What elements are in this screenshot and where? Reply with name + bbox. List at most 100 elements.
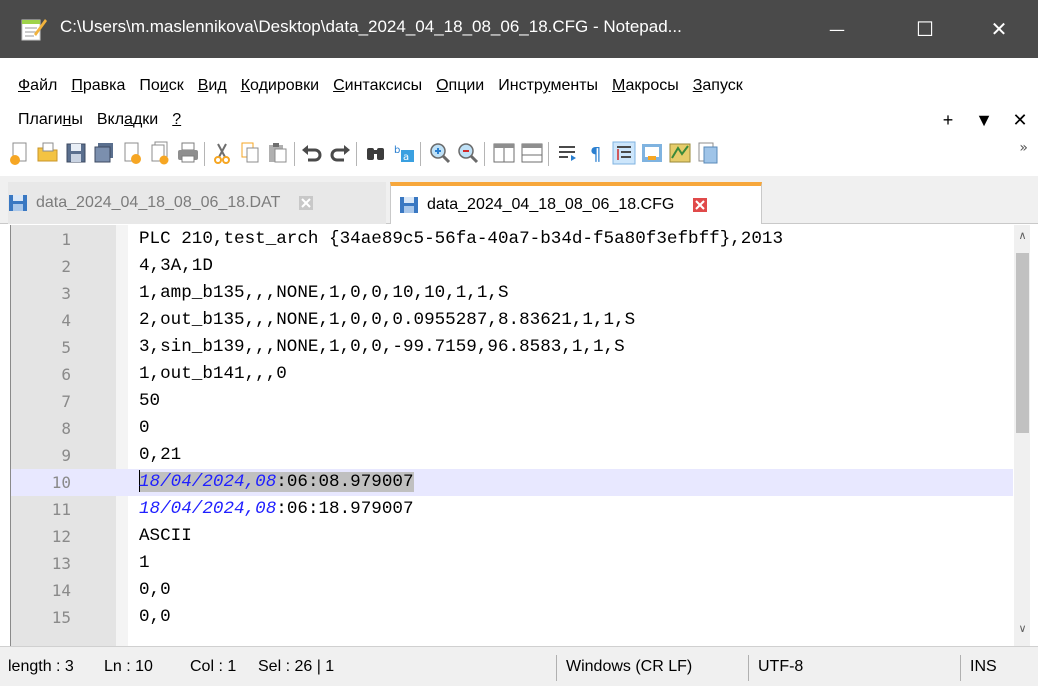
status-divider <box>960 655 961 681</box>
menu-run[interactable]: Запуск <box>686 77 750 95</box>
menu-tools[interactable]: Инструменты <box>491 77 605 95</box>
sync-horizontal-icon[interactable] <box>520 140 544 166</box>
line-text: ASCII <box>139 526 192 546</box>
menu-edit[interactable]: Правка <box>64 77 132 95</box>
scroll-up-icon[interactable]: ∧ <box>1014 229 1030 247</box>
word-wrap-icon[interactable] <box>556 140 580 166</box>
menu-settings[interactable]: Опции <box>429 77 491 95</box>
tab-bar: data_2024_04_18_08_06_18.DAT data_2024_0… <box>0 176 1038 224</box>
status-bar: length : 3 Ln : 10 Col : 1 Sel : 26 | 1 … <box>0 646 1038 686</box>
sync-vertical-icon[interactable] <box>492 140 516 166</box>
undo-icon[interactable] <box>300 140 324 166</box>
code-line[interactable]: 6 1,out_b141,,,0 <box>11 361 1013 388</box>
tab-list-dropdown-icon[interactable]: ▼ <box>966 110 1002 131</box>
user-lang-icon[interactable] <box>640 140 664 166</box>
code-line[interactable]: 5 3,sin_b139,,,NONE,1,0,0,-99.7159,96.858… <box>11 334 1013 361</box>
line-text: PLC 210,test_arch {34ae89c5-56fa-40a7-b3… <box>139 229 784 249</box>
new-tab-plus-icon[interactable]: + <box>930 110 966 131</box>
code-line[interactable]: 3 1,amp_b135,,,NONE,1,0,0,10,10,1,1,S <box>11 280 1013 307</box>
close-icon: ✕ <box>990 17 1008 41</box>
line-text: 50 <box>139 391 161 411</box>
time-token: :06:08.979007 <box>276 472 414 492</box>
code-line[interactable]: 1 PLC 210,test_arch {34ae89c5-56fa-40a7-b… <box>11 226 1013 253</box>
vertical-scrollbar[interactable]: ∧ ∨ <box>1014 225 1030 646</box>
paste-icon[interactable] <box>266 140 290 166</box>
code-line[interactable]: 80 <box>11 415 1013 442</box>
save-icon[interactable] <box>64 140 88 166</box>
code-line[interactable]: 14 0,0 <box>11 577 1013 604</box>
scrollbar-thumb[interactable] <box>1016 253 1029 433</box>
line-text: 0 <box>139 418 150 438</box>
save-all-icon[interactable] <box>92 140 116 166</box>
code-line[interactable]: 15 0,0 <box>11 604 1013 631</box>
tab-cfg-file[interactable]: data_2024_04_18_08_06_18.CFG <box>390 182 762 224</box>
close-file-icon[interactable] <box>120 140 144 166</box>
copy-icon[interactable] <box>238 140 262 166</box>
menu-help[interactable]: ? <box>165 111 188 129</box>
menu-encoding[interactable]: Кодировки <box>234 77 326 95</box>
replace-icon[interactable]: ba <box>392 140 416 166</box>
line-number: 7 <box>61 392 71 411</box>
menu-row-secondary: Плагины Вкладки ? + ▼ ✕ <box>0 102 1038 138</box>
menu-file[interactable]: Файл <box>0 77 64 95</box>
new-file-icon[interactable] <box>8 140 32 166</box>
svg-text:¶: ¶ <box>590 144 601 165</box>
minimize-button[interactable]: — <box>808 0 866 58</box>
code-line[interactable]: 9 0,21 <box>11 442 1013 469</box>
zoom-out-icon[interactable] <box>456 140 480 166</box>
menu-window[interactable]: Вкладки <box>90 111 165 129</box>
line-text: 4,3A,1D <box>139 256 213 276</box>
editor-area[interactable]: 1 PLC 210,test_arch {34ae89c5-56fa-40a7-b… <box>10 225 1030 646</box>
line-text: 0,0 <box>139 607 171 627</box>
code-line[interactable]: 13 1 <box>11 550 1013 577</box>
doc-map-icon[interactable] <box>668 140 692 166</box>
toolbar-separator <box>204 142 205 166</box>
toolbar-separator <box>548 142 549 166</box>
zoom-in-icon[interactable] <box>428 140 452 166</box>
status-eol[interactable]: Windows (CR LF) <box>566 647 692 686</box>
line-text: 18/04/2024,08:06:18.979007 <box>139 496 414 523</box>
menu-view[interactable]: Вид <box>191 77 234 95</box>
line-number: 14 <box>51 581 71 600</box>
menu-language[interactable]: Синтаксисы <box>326 77 429 95</box>
close-all-icon[interactable] <box>148 140 172 166</box>
tab-close-icon[interactable] <box>692 197 708 213</box>
line-text: 1,out_b141,,,0 <box>139 364 287 384</box>
close-window-button[interactable]: ✕ <box>970 0 1028 58</box>
redo-icon[interactable] <box>328 140 352 166</box>
indent-guide-icon[interactable] <box>612 140 636 166</box>
maximize-button[interactable]: ☐ <box>896 0 954 58</box>
line-number: 11 <box>51 500 71 519</box>
status-insert-mode: INS <box>970 658 997 675</box>
code-line[interactable]: 7 50 <box>11 388 1013 415</box>
svg-text:a: a <box>403 152 409 163</box>
toolbar-overflow-icon[interactable]: » <box>1019 140 1028 156</box>
tab-close-icon[interactable] <box>298 195 314 211</box>
code-line[interactable]: 10 18/04/2024,08:06:08.979007 <box>11 469 1013 496</box>
find-icon[interactable] <box>364 140 388 166</box>
function-list-icon[interactable] <box>696 140 720 166</box>
minimize-icon: — <box>829 19 845 39</box>
show-all-chars-icon[interactable]: ¶ <box>584 140 608 166</box>
status-encoding[interactable]: UTF-8 <box>758 647 803 686</box>
menu-plugins[interactable]: Плагины <box>0 111 90 129</box>
toolbar-separator <box>294 142 295 166</box>
menu-bar: Файл Правка Поиск Вид Кодировки Синтакси… <box>0 58 1038 136</box>
toolbar: ba ¶ » <box>0 136 1038 176</box>
code-line[interactable]: 12 ASCII <box>11 523 1013 550</box>
open-file-icon[interactable] <box>36 140 60 166</box>
print-icon[interactable] <box>176 140 200 166</box>
title-bar: C:\Users\m.maslennikova\Desktop\data_202… <box>0 0 1038 58</box>
cut-icon[interactable] <box>210 140 234 166</box>
menu-search[interactable]: Поиск <box>132 77 190 95</box>
menu-macro[interactable]: Макросы <box>605 77 686 95</box>
code-line[interactable]: 11 18/04/2024,08:06:18.979007 <box>11 496 1013 523</box>
code-line[interactable]: 4 2,out_b135,,,NONE,1,0,0,0.0955287,8.836… <box>11 307 1013 334</box>
line-number: 9 <box>61 446 71 465</box>
scroll-down-icon[interactable]: ∨ <box>1014 622 1030 640</box>
code-line[interactable]: 2 4,3A,1D <box>11 253 1013 280</box>
menu-right-controls: + ▼ ✕ <box>930 102 1038 138</box>
status-divider <box>748 655 749 681</box>
close-document-icon[interactable]: ✕ <box>1002 110 1038 131</box>
tab-dat-file[interactable]: data_2024_04_18_08_06_18.DAT <box>8 182 386 224</box>
